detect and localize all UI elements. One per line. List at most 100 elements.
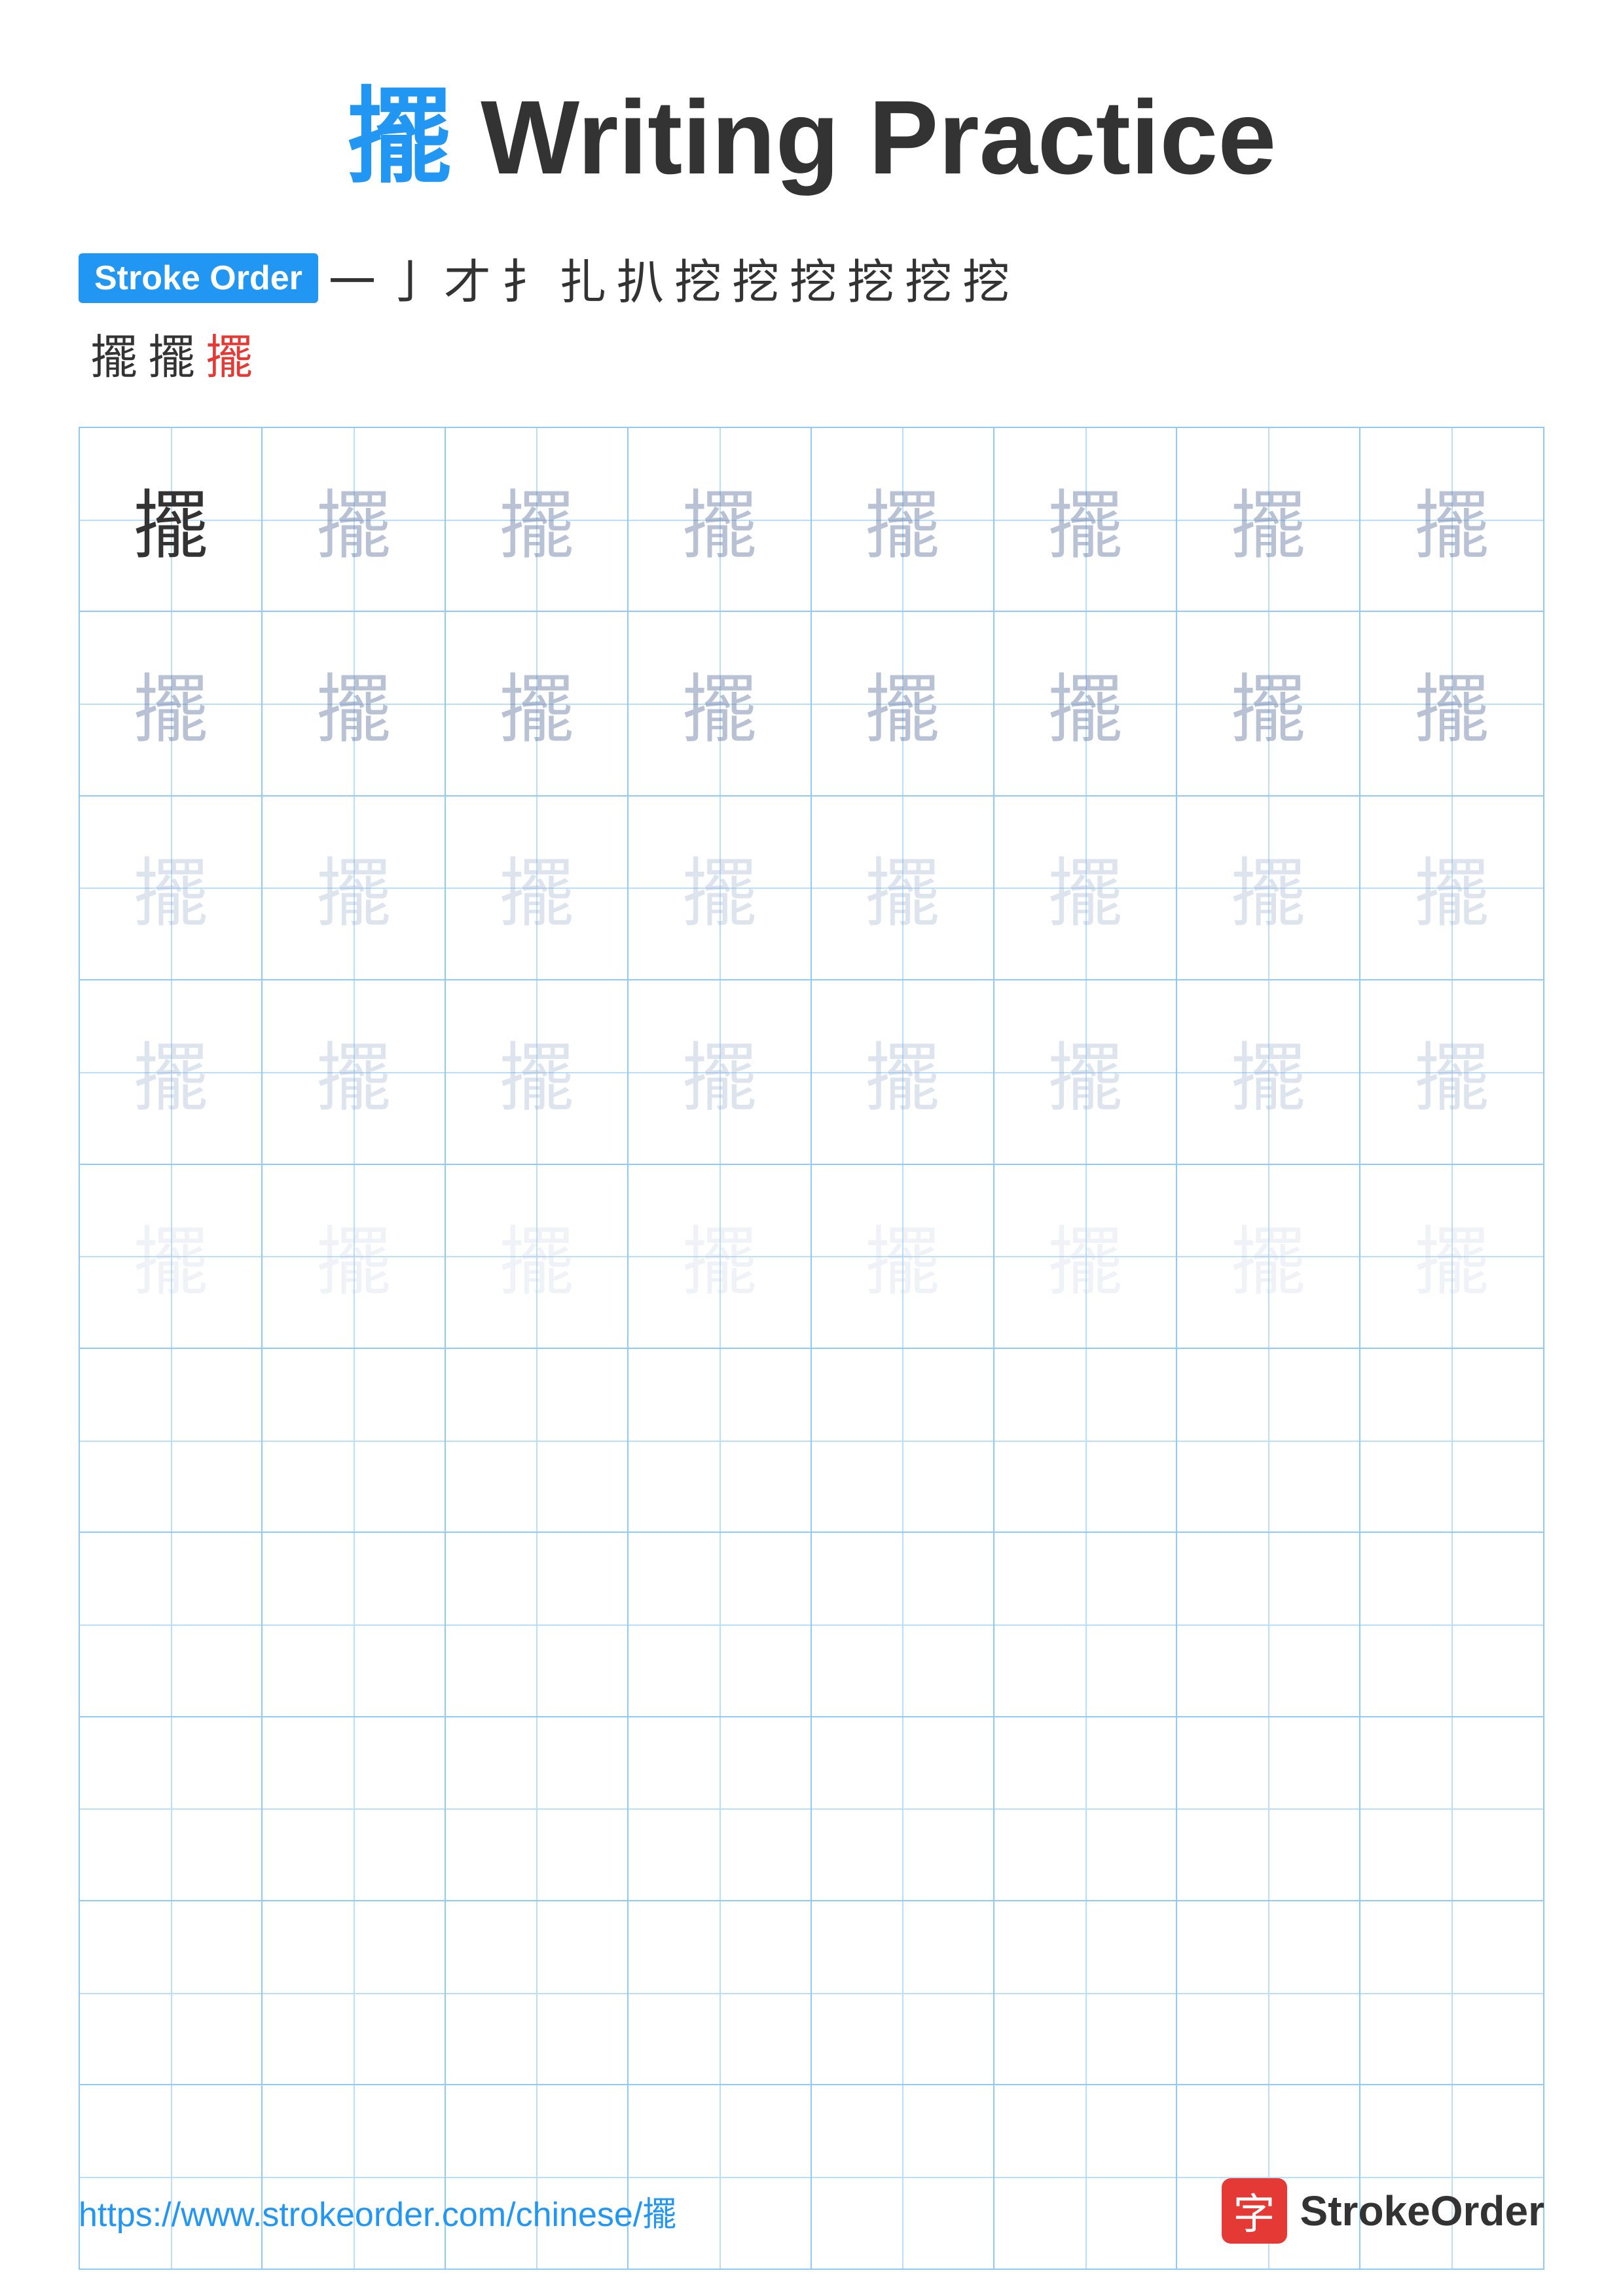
stroke-char-12: 挖 [957,243,1015,312]
footer: https://www.strokeorder.com/chinese/擺 字 … [79,2178,1544,2244]
grid-cell-9-6[interactable] [994,1901,1177,2084]
grid-cell-8-8[interactable] [1360,1717,1543,1900]
grid-cell-4-7[interactable]: 擺 [1177,980,1360,1163]
grid-cell-3-7[interactable]: 擺 [1177,797,1360,979]
practice-char: 擺 [133,649,208,758]
practice-char: 擺 [316,465,392,574]
page: 擺 Writing Practice Stroke Order 一 亅 才 扌 … [0,0,1623,2296]
practice-char: 擺 [1414,1018,1489,1126]
grid-cell-2-1[interactable]: 擺 [80,612,263,795]
grid-cell-3-8[interactable]: 擺 [1360,797,1543,979]
grid-cell-1-6[interactable]: 擺 [994,428,1177,611]
grid-cell-7-5[interactable] [812,1533,994,1715]
grid-cell-6-1[interactable] [80,1349,263,1532]
grid-cell-7-4[interactable] [629,1533,811,1715]
grid-cell-4-4[interactable]: 擺 [629,980,811,1163]
stroke-order-row2: 擺 擺 擺 [79,319,1544,387]
grid-cell-5-6[interactable]: 擺 [994,1165,1177,1348]
grid-cell-4-5[interactable]: 擺 [812,980,994,1163]
grid-cell-8-5[interactable] [812,1717,994,1900]
grid-row-9 [80,1901,1543,2085]
brand-icon: 字 [1222,2178,1287,2244]
grid-cell-3-4[interactable]: 擺 [629,797,811,979]
grid-cell-5-5[interactable]: 擺 [812,1165,994,1348]
practice-char: 擺 [1230,1202,1305,1310]
grid-cell-3-3[interactable]: 擺 [446,797,629,979]
grid-cell-1-7[interactable]: 擺 [1177,428,1360,611]
grid-cell-9-3[interactable] [446,1901,629,2084]
grid-cell-9-2[interactable] [263,1901,445,2084]
practice-char: 擺 [682,1202,757,1310]
practice-char: 擺 [133,465,208,574]
grid-cell-9-4[interactable] [629,1901,811,2084]
grid-cell-7-3[interactable] [446,1533,629,1715]
grid-cell-6-4[interactable] [629,1349,811,1532]
grid-cell-6-8[interactable] [1360,1349,1543,1532]
grid-cell-6-5[interactable] [812,1349,994,1532]
grid-cell-2-2[interactable]: 擺 [263,612,445,795]
practice-char: 擺 [1230,833,1305,942]
grid-cell-5-7[interactable]: 擺 [1177,1165,1360,1348]
grid-cell-9-1[interactable] [80,1901,263,2084]
grid-cell-8-4[interactable] [629,1717,811,1900]
grid-cell-4-8[interactable]: 擺 [1360,980,1543,1163]
grid-cell-7-2[interactable] [263,1533,445,1715]
grid-row-5: 擺 擺 擺 擺 擺 擺 擺 擺 [80,1165,1543,1349]
grid-cell-2-5[interactable]: 擺 [812,612,994,795]
grid-cell-8-1[interactable] [80,1717,263,1900]
stroke-chars-row1: 一 亅 才 扌 扎 扒 挖 挖 挖 挖 挖 挖 [323,243,1015,312]
practice-char: 擺 [316,833,392,942]
stroke-char-5: 扎 [554,243,611,312]
grid-cell-9-5[interactable] [812,1901,994,2084]
stroke-char-4: 扌 [496,243,554,312]
grid-cell-5-4[interactable]: 擺 [629,1165,811,1348]
grid-cell-1-8[interactable]: 擺 [1360,428,1543,611]
grid-cell-4-3[interactable]: 擺 [446,980,629,1163]
grid-cell-1-4[interactable]: 擺 [629,428,811,611]
footer-url[interactable]: https://www.strokeorder.com/chinese/擺 [79,2187,676,2236]
practice-char: 擺 [1230,1018,1305,1126]
grid-cell-7-1[interactable] [80,1533,263,1715]
practice-char: 擺 [133,833,208,942]
grid-cell-6-2[interactable] [263,1349,445,1532]
grid-cell-6-7[interactable] [1177,1349,1360,1532]
grid-cell-8-7[interactable] [1177,1717,1360,1900]
grid-cell-8-6[interactable] [994,1717,1177,1900]
grid-cell-1-1[interactable]: 擺 [80,428,263,611]
grid-cell-3-6[interactable]: 擺 [994,797,1177,979]
grid-cell-3-2[interactable]: 擺 [263,797,445,979]
grid-cell-8-3[interactable] [446,1717,629,1900]
grid-cell-4-1[interactable]: 擺 [80,980,263,1163]
grid-cell-2-8[interactable]: 擺 [1360,612,1543,795]
grid-cell-9-7[interactable] [1177,1901,1360,2084]
grid-cell-5-3[interactable]: 擺 [446,1165,629,1348]
grid-cell-4-6[interactable]: 擺 [994,980,1177,1163]
grid-cell-3-5[interactable]: 擺 [812,797,994,979]
stroke-char-15: 擺 [200,319,258,387]
practice-char: 擺 [865,465,940,574]
grid-cell-9-8[interactable] [1360,1901,1543,2084]
grid-cell-7-7[interactable] [1177,1533,1360,1715]
grid-cell-3-1[interactable]: 擺 [80,797,263,979]
stroke-char-13: 擺 [85,319,143,387]
grid-cell-6-3[interactable] [446,1349,629,1532]
grid-cell-1-5[interactable]: 擺 [812,428,994,611]
practice-char: 擺 [865,1018,940,1126]
grid-cell-2-7[interactable]: 擺 [1177,612,1360,795]
grid-cell-2-3[interactable]: 擺 [446,612,629,795]
grid-cell-4-2[interactable]: 擺 [263,980,445,1163]
stroke-char-10: 挖 [842,243,900,312]
grid-cell-8-2[interactable] [263,1717,445,1900]
grid-cell-2-4[interactable]: 擺 [629,612,811,795]
stroke-char-7: 挖 [669,243,727,312]
grid-cell-1-3[interactable]: 擺 [446,428,629,611]
grid-cell-2-6[interactable]: 擺 [994,612,1177,795]
grid-cell-7-8[interactable] [1360,1533,1543,1715]
grid-cell-7-6[interactable] [994,1533,1177,1715]
grid-cell-5-8[interactable]: 擺 [1360,1165,1543,1348]
grid-cell-5-1[interactable]: 擺 [80,1165,263,1348]
grid-cell-5-2[interactable]: 擺 [263,1165,445,1348]
grid-cell-1-2[interactable]: 擺 [263,428,445,611]
grid-cell-6-6[interactable] [994,1349,1177,1532]
brand-name: StrokeOrder [1300,2187,1544,2235]
